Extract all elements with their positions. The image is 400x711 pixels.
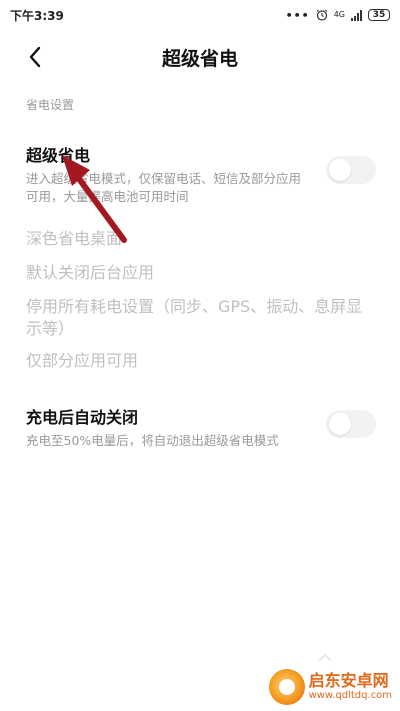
status-bar: 下午3:39 ••• 4G 35 (0, 0, 400, 30)
chevron-left-icon (29, 46, 41, 68)
section-label: 省电设置 (26, 98, 75, 112)
super-saver-title: 超级省电 (26, 146, 91, 165)
status-icons: ••• 4G 35 (286, 9, 390, 22)
battery-icon: 35 (368, 9, 390, 21)
header: 超级省电 (0, 36, 400, 78)
option-dark-desktop: 深色省电桌面 (26, 229, 123, 248)
watermark-url: www.qdltdq.com (308, 690, 392, 701)
toggle-knob (329, 159, 351, 181)
auto-close-description: 充电至50%电量后，将自动退出超级省电模式 (26, 433, 279, 448)
super-saver-description: 进入超级省电模式，仅保留电话、短信及部分应用可用，大量提高电池可用时间 (26, 171, 302, 204)
signal-icon (351, 9, 362, 21)
watermark-name: 启东安卓网 (308, 671, 389, 690)
network-label: 4G (333, 10, 345, 19)
auto-close-row[interactable]: 充电后自动关闭 充电至50%电量后，将自动退出超级省电模式 (26, 404, 376, 450)
super-saver-toggle[interactable] (326, 156, 376, 184)
network-indicator: 4G (334, 11, 345, 19)
super-saver-row[interactable]: 超级省电 进入超级省电模式，仅保留电话、短信及部分应用可用，大量提高电池可用时间 (26, 142, 376, 206)
page-title: 超级省电 (161, 47, 238, 70)
watermark-logo-icon (268, 669, 305, 705)
watermark-text: 启东安卓网 www.qdltdq.com (309, 672, 392, 702)
back-button[interactable] (20, 42, 50, 72)
status-time: 下午3:39 (10, 8, 64, 23)
auto-close-toggle[interactable] (326, 410, 376, 438)
watermark: 启东安卓网 www.qdltdq.com (268, 669, 392, 705)
alarm-icon (316, 9, 328, 21)
option-close-background-apps: 默认关闭后台应用 (26, 263, 155, 282)
chevron-up-icon (318, 654, 332, 662)
battery-level: 35 (372, 10, 386, 20)
toggle-knob (329, 413, 351, 435)
option-disable-power-settings: 停用所有耗电设置（同步、GPS、振动、息屏显示等） (26, 297, 363, 338)
auto-close-title: 充电后自动关闭 (26, 408, 139, 427)
option-limited-apps: 仅部分应用可用 (26, 351, 139, 370)
notification-dots: ••• (285, 8, 310, 22)
